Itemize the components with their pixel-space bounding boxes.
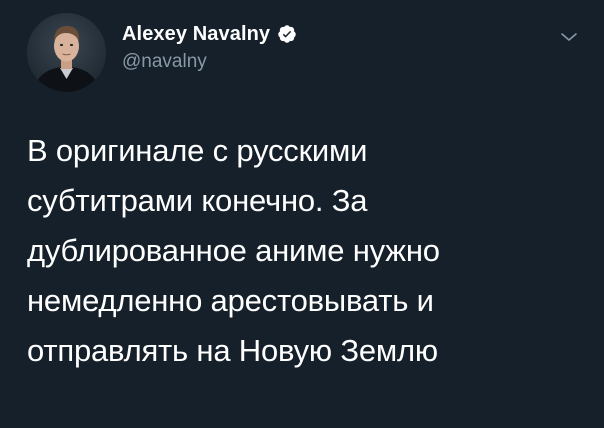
verified-badge-icon xyxy=(277,24,297,44)
handle[interactable]: @navalny xyxy=(122,51,297,73)
avatar[interactable] xyxy=(27,13,106,92)
chevron-down-icon[interactable] xyxy=(560,30,578,44)
name-row: Alexey Navalny xyxy=(122,21,297,47)
display-name[interactable]: Alexey Navalny xyxy=(122,23,270,46)
tweet-line: отправлять на Новую Землю xyxy=(27,333,438,368)
tweet-card: Alexey Navalny @navalny В оригинале с ру… xyxy=(0,0,604,428)
author-block: Alexey Navalny @navalny xyxy=(122,21,297,73)
avatar-photo xyxy=(27,13,106,92)
tweet-line: В оригинале с русскими xyxy=(27,133,368,168)
tweet-text: В оригинале с русскими субтитрами конечн… xyxy=(27,126,577,376)
tweet-line: субтитрами конечно. За xyxy=(27,183,368,218)
tweet-line: дублированное аниме нужно xyxy=(27,233,440,268)
tweet-line: немедленно арестовывать и xyxy=(27,283,434,318)
